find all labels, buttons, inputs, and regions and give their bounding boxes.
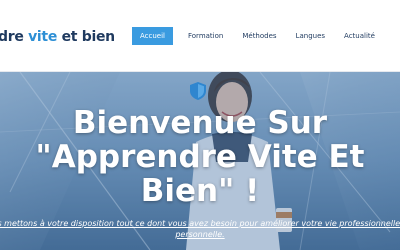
main-nav: Accueil Formation Méthodes Langues Actua…: [132, 27, 383, 45]
hero-subtitle[interactable]: us mettons à votre disposition tout ce d…: [0, 218, 400, 240]
hero-section: Bienvenue Sur "Apprendre Vite Et Bien" !…: [0, 72, 400, 250]
hero-title: Bienvenue Sur "Apprendre Vite Et Bien" !: [35, 105, 365, 209]
logo-text-part-1: dre: [0, 29, 29, 45]
shield-icon: [190, 82, 206, 100]
nav-item-methodes[interactable]: Méthodes: [234, 27, 284, 45]
site-logo[interactable]: dre vite et bien: [0, 29, 115, 45]
logo-text-part-3: et bien: [57, 29, 116, 45]
nav-item-actualite[interactable]: Actualité: [336, 27, 383, 45]
page: dre vite et bien Accueil Formation Métho…: [0, 0, 400, 250]
nav-item-langues[interactable]: Langues: [288, 27, 333, 45]
site-header: dre vite et bien Accueil Formation Métho…: [0, 0, 400, 72]
nav-item-formation[interactable]: Formation: [180, 27, 231, 45]
nav-item-accueil[interactable]: Accueil: [132, 27, 173, 45]
logo-text-part-2: vite: [28, 29, 58, 45]
